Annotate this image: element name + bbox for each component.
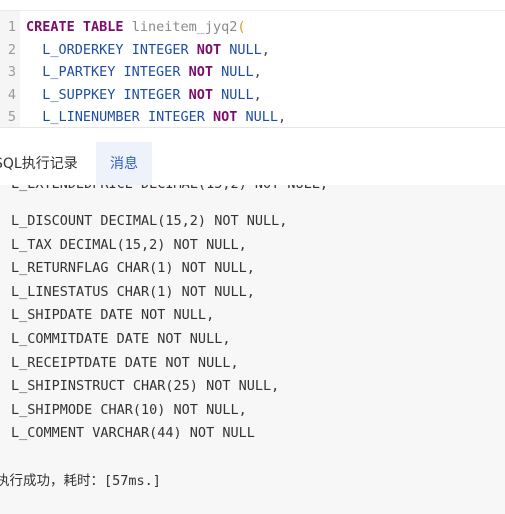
code-token: NOT (188, 86, 213, 103)
code-token: CREATE (26, 19, 75, 35)
sql-editor[interactable]: 1 CREATE TABLE lineitem_jyq2(2 L_ORDERKEY… (0, 10, 505, 127)
code-token: L_SUPPKEY (26, 86, 116, 103)
code-token: , (253, 64, 262, 80)
output-line: L_COMMITDATE DATE NOT NULL, (11, 331, 231, 347)
code-token: L_LINENUMBER (26, 109, 140, 125)
code-line: 4 L_SUPPKEY INTEGER NOT NULL, (0, 84, 505, 106)
code-token: ( (237, 19, 246, 35)
execution-status: 执行成功，耗时：[57ms.] (0, 473, 161, 489)
code-text: L_SUPPKEY INTEGER NOT NULL, (26, 84, 262, 106)
output-line: L_RECEIPTDATE DATE NOT NULL, (11, 354, 239, 371)
tab-messages[interactable]: 消息 (96, 142, 152, 186)
code-line: 3 L_PARTKEY INTEGER NOT NULL, (0, 61, 505, 83)
code-token: INTEGER (131, 41, 189, 58)
code-token: , (261, 41, 270, 58)
code-token: L_PARTKEY (26, 64, 116, 80)
code-token: lineitem_jyq2 (131, 19, 238, 35)
output-line: L_TAX DECIMAL(15,2) NOT NULL, (11, 236, 247, 253)
messages-output-panel[interactable]: L_EXTENDEDPRICE DECIMAL(15,2) NOT NULL, … (0, 185, 505, 514)
code-token: NOT (196, 41, 222, 58)
output-line: L_SHIPDATE DATE NOT NULL, (11, 307, 215, 324)
code-token: NULL (229, 41, 262, 58)
line-number: 2 (7, 41, 16, 58)
line-number: 1 (7, 19, 16, 35)
output-line: L_RETURNFLAG CHAR(1) NOT NULL, (11, 260, 255, 277)
output-line: L_SHIPINSTRUCT CHAR(25) NOT NULL, (11, 378, 280, 395)
code-line: 2 L_ORDERKEY INTEGER NOT NULL, (0, 39, 505, 61)
code-token: NULL (221, 64, 254, 80)
code-token: , (278, 109, 287, 125)
code-line: 5 L_LINENUMBER INTEGER NOT NULL, (0, 106, 505, 127)
code-token: INTEGER (123, 64, 181, 80)
tab-sql-history[interactable]: SQL执行记录 (0, 142, 94, 186)
code-token: NOT (188, 64, 213, 80)
code-text: L_PARTKEY INTEGER NOT NULL, (26, 61, 262, 83)
code-text: L_ORDERKEY INTEGER NOT NULL, (26, 39, 270, 61)
output-line: L_LINESTATUS CHAR(1) NOT NULL, (11, 283, 255, 300)
code-line: 1 CREATE TABLE lineitem_jyq2( (0, 16, 505, 38)
output-line: L_DISCOUNT DECIMAL(15,2) NOT NULL, (11, 213, 288, 229)
code-token: TABLE (82, 19, 124, 35)
code-token: INTEGER (123, 86, 181, 103)
line-number: 3 (7, 64, 16, 80)
code-token: L_ORDERKEY (26, 41, 124, 58)
top-strip (0, 0, 505, 10)
output-line: L_SHIPMODE CHAR(10) NOT NULL, (11, 401, 247, 418)
code-token: NOT (212, 109, 238, 125)
line-number: 5 (7, 109, 16, 125)
code-text: L_LINENUMBER INTEGER NOT NULL, (26, 106, 286, 127)
output-line-partial: L_EXTENDEDPRICE DECIMAL(15,2) NOT NULL, (11, 185, 328, 197)
code-text: CREATE TABLE lineitem_jyq2( (26, 16, 246, 38)
result-tabbar: SQL执行记录 消息 (0, 127, 505, 186)
line-number: 4 (7, 86, 16, 103)
code-token: INTEGER (147, 109, 205, 125)
code-token: NULL (245, 109, 279, 125)
code-token: NULL (221, 86, 254, 103)
output-line: L_COMMENT VARCHAR(44) NOT NULL (11, 425, 255, 442)
code-token: , (253, 86, 262, 103)
